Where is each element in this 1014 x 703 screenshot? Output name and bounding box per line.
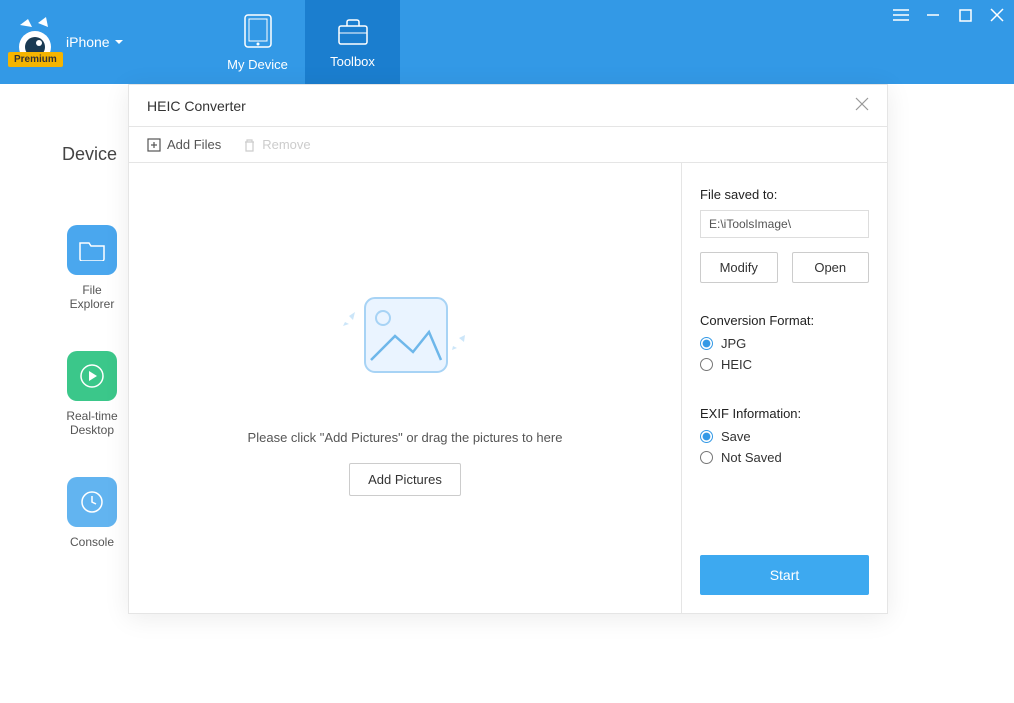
exif-option-save[interactable]: Save [700,429,869,444]
tab-my-device[interactable]: My Device [210,0,305,84]
app-header: iPhone Premium My Device Toolbox [0,0,1014,84]
minimize-icon[interactable] [924,6,942,24]
drop-area[interactable]: Please click "Add Pictures" or drag the … [129,163,682,613]
radio-input[interactable] [700,451,713,464]
tablet-icon [243,13,273,49]
modal-close-icon[interactable] [855,95,869,116]
premium-badge: Premium [8,52,63,67]
trash-icon [243,138,256,152]
start-button[interactable]: Start [700,555,869,595]
side-panel: File saved to: Modify Open Conversion Fo… [682,163,887,613]
format-section: Conversion Format: JPG HEIC [700,313,869,378]
modify-button[interactable]: Modify [700,252,778,283]
format-option-heic[interactable]: HEIC [700,357,869,372]
heic-converter-modal: HEIC Converter Add Files Remove [128,84,888,614]
nav-tabs: My Device Toolbox [210,0,400,84]
clock-icon [67,477,117,527]
tile-file-explorer[interactable]: File Explorer [62,225,122,311]
drop-hint-text: Please click "Add Pictures" or drag the … [248,430,563,445]
toolbox-icon [336,16,370,46]
close-icon[interactable] [988,6,1006,24]
play-icon [67,351,117,401]
exif-option-notsaved[interactable]: Not Saved [700,450,869,465]
radio-label: JPG [721,336,746,351]
tile-label: Real-time Desktop [66,409,117,437]
radio-input[interactable] [700,337,713,350]
format-label: Conversion Format: [700,313,869,328]
radio-label: Not Saved [721,450,782,465]
logo-area: iPhone Premium [0,0,210,84]
plus-icon [147,138,161,152]
radio-label: Save [721,429,751,444]
add-files-button[interactable]: Add Files [147,137,221,152]
save-path-buttons: Modify Open [700,252,869,283]
image-placeholder-icon [325,280,485,400]
format-option-jpg[interactable]: JPG [700,336,869,351]
radio-input[interactable] [700,358,713,371]
tile-label: File Explorer [70,283,115,311]
modal-body: Please click "Add Pictures" or drag the … [129,163,887,613]
radio-input[interactable] [700,430,713,443]
tab-toolbox[interactable]: Toolbox [305,0,400,84]
remove-label: Remove [262,137,310,152]
chevron-down-icon [114,37,124,47]
radio-label: HEIC [721,357,752,372]
modal-title: HEIC Converter [147,98,246,114]
menu-icon[interactable] [892,6,910,24]
modal-titlebar: HEIC Converter [129,85,887,127]
add-files-label: Add Files [167,137,221,152]
tab-label: Toolbox [330,54,375,69]
tile-console[interactable]: Console [62,477,122,549]
maximize-icon[interactable] [956,6,974,24]
tile-realtime-desktop[interactable]: Real-time Desktop [62,351,122,437]
exif-label: EXIF Information: [700,406,869,421]
tab-label: My Device [227,57,288,72]
window-controls [892,6,1006,24]
tile-label: Console [70,535,114,549]
file-saved-label: File saved to: [700,187,869,202]
modal-toolbar: Add Files Remove [129,127,887,163]
remove-button: Remove [243,137,310,152]
device-label: iPhone [66,34,110,50]
add-pictures-button[interactable]: Add Pictures [349,463,461,496]
folder-icon [67,225,117,275]
open-button[interactable]: Open [792,252,870,283]
device-selector[interactable]: iPhone [66,34,124,50]
file-saved-input[interactable] [700,210,869,238]
exif-section: EXIF Information: Save Not Saved [700,406,869,471]
